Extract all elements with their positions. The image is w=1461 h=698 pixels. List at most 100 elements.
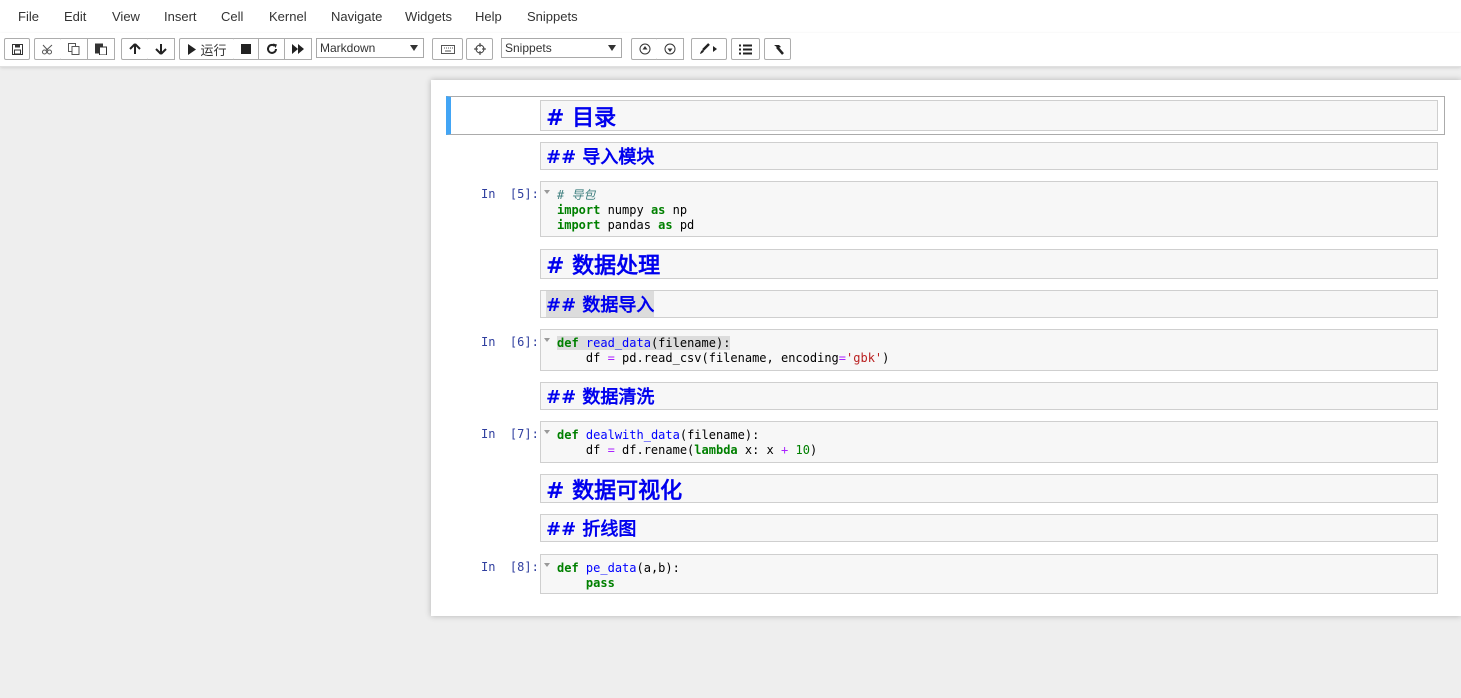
menu-kernel[interactable]: Kernel (269, 9, 307, 24)
list-icon (739, 44, 752, 54)
chevron-down-icon (608, 45, 616, 51)
collapse-up-button[interactable] (631, 38, 658, 60)
menu-help[interactable]: Help (475, 9, 502, 24)
code-function-name: read_data (585, 336, 651, 350)
paste-button[interactable] (88, 38, 115, 60)
code-operator: = (607, 443, 615, 457)
copy-icon (68, 43, 80, 55)
code-text: df.rename( (614, 443, 695, 457)
fold-arrow-icon[interactable] (544, 430, 550, 434)
markdown-cell-data-import[interactable]: ## 数据导入 (540, 290, 1438, 318)
code-text: ) (882, 351, 890, 365)
toolbar: 运行 Markdown Snippets (0, 33, 1461, 67)
input-prompt-5: In [5]: (481, 187, 539, 201)
markdown-cell-data-processing[interactable]: # 数据处理 (540, 249, 1438, 279)
cut-button[interactable] (34, 38, 62, 60)
menu-snippets[interactable]: Snippets (527, 9, 578, 24)
hammer-icon (774, 44, 784, 55)
fold-arrow-icon[interactable] (544, 190, 550, 194)
code-text: np (665, 203, 688, 217)
code-comment: # 导包 (557, 188, 596, 202)
markdown-cell-import-modules[interactable]: ## 导入模块 (540, 142, 1438, 170)
paintbrush-icon (700, 43, 717, 54)
restart-run-all-button[interactable] (285, 38, 312, 60)
collapse-down-button[interactable] (657, 38, 684, 60)
code-text: ) (809, 443, 818, 457)
code-keyword: def (557, 428, 579, 442)
code-editor-8[interactable]: def pe_data(a,b): pass (557, 561, 680, 591)
snippets-select[interactable]: Snippets (501, 38, 622, 58)
menu-widgets[interactable]: Widgets (405, 9, 452, 24)
code-keyword: import (557, 218, 601, 232)
arrow-up-icon (129, 43, 141, 54)
stop-icon (241, 44, 251, 54)
cell-type-select[interactable]: Markdown (316, 38, 424, 58)
code-keyword: as (658, 218, 673, 232)
code-keyword: def (557, 561, 579, 575)
code-cell-5[interactable]: # 导包 import numpy as np import pandas as… (540, 181, 1438, 237)
code-selection: def read_data(filename): (557, 336, 731, 350)
code-operator: = (607, 351, 615, 365)
input-prompt-6: In [6]: (481, 335, 539, 349)
code-cell-7[interactable]: def dealwith_data(filename): df = df.ren… (540, 421, 1438, 463)
circle-arrow-up-icon (639, 43, 650, 55)
cell-type-value: Markdown (320, 41, 376, 55)
markdown-cell-toc[interactable]: # 目录 (540, 100, 1438, 131)
copy-button[interactable] (61, 38, 88, 60)
snippets-select-value: Snippets (505, 41, 552, 55)
input-prompt-8: In [8]: (481, 560, 539, 574)
restart-icon (266, 43, 277, 54)
fold-arrow-icon[interactable] (544, 563, 550, 567)
toc-list-button[interactable] (731, 38, 760, 60)
menu-view[interactable]: View (112, 9, 140, 24)
play-icon (188, 43, 197, 55)
command-palette-button[interactable] (432, 38, 463, 60)
fast-forward-icon (291, 44, 304, 54)
menu-edit[interactable]: Edit (64, 9, 86, 24)
build-button[interactable] (764, 38, 791, 60)
run-button-label: 运行 (200, 42, 227, 58)
code-keyword: pass (585, 576, 615, 590)
menu-file[interactable]: File (18, 9, 39, 24)
chevron-down-icon (410, 45, 418, 51)
run-button[interactable]: 运行 (179, 38, 235, 60)
format-code-button[interactable] (691, 38, 727, 60)
code-text: pd.read_csv(filename, encoding (614, 351, 839, 365)
code-editor-5[interactable]: # 导包 import numpy as np import pandas as… (557, 188, 694, 233)
cut-icon (42, 44, 53, 54)
code-cell-6[interactable]: def read_data(filename): df = pd.read_cs… (540, 329, 1438, 371)
code-keyword: as (650, 203, 666, 217)
code-keyword: import (557, 203, 601, 217)
code-text: (filename): (679, 428, 760, 442)
paste-icon (95, 43, 107, 55)
arrow-down-icon (155, 44, 167, 55)
code-text: df (557, 351, 608, 365)
code-editor-6[interactable]: def read_data(filename): df = pd.read_cs… (557, 336, 889, 366)
markdown-cell-visualization[interactable]: # 数据可视化 (540, 474, 1438, 504)
markdown-cell-data-cleaning[interactable]: ## 数据清洗 (540, 382, 1438, 410)
restart-button[interactable] (259, 38, 285, 60)
fold-arrow-icon[interactable] (544, 338, 550, 342)
save-button[interactable] (4, 38, 30, 60)
menu-cell[interactable]: Cell (221, 9, 243, 24)
markdown-text: ## 数据导入 (546, 291, 655, 317)
code-text: numpy (600, 203, 651, 217)
code-string: 'gbk' (846, 351, 883, 365)
save-icon (11, 43, 23, 55)
move-down-button[interactable] (148, 38, 175, 60)
code-editor-7[interactable]: def dealwith_data(filename): df = df.ren… (557, 428, 817, 458)
code-text: pandas (600, 218, 659, 232)
move-up-button[interactable] (121, 38, 149, 60)
menubar: File Edit View Insert Cell Kernel Naviga… (0, 0, 1461, 33)
keyboard-icon (440, 44, 455, 54)
code-function-name: pe_data (585, 561, 637, 575)
menu-insert[interactable]: Insert (164, 9, 197, 24)
code-cell-8[interactable]: def pe_data(a,b): pass (540, 554, 1438, 594)
toc-navigate-button[interactable] (466, 38, 493, 60)
menu-navigate[interactable]: Navigate (331, 9, 382, 24)
interrupt-button[interactable] (234, 38, 259, 60)
crosshair-icon (473, 43, 486, 55)
markdown-cell-line-chart[interactable]: ## 折线图 (540, 514, 1438, 542)
code-number: 10 (788, 443, 810, 457)
